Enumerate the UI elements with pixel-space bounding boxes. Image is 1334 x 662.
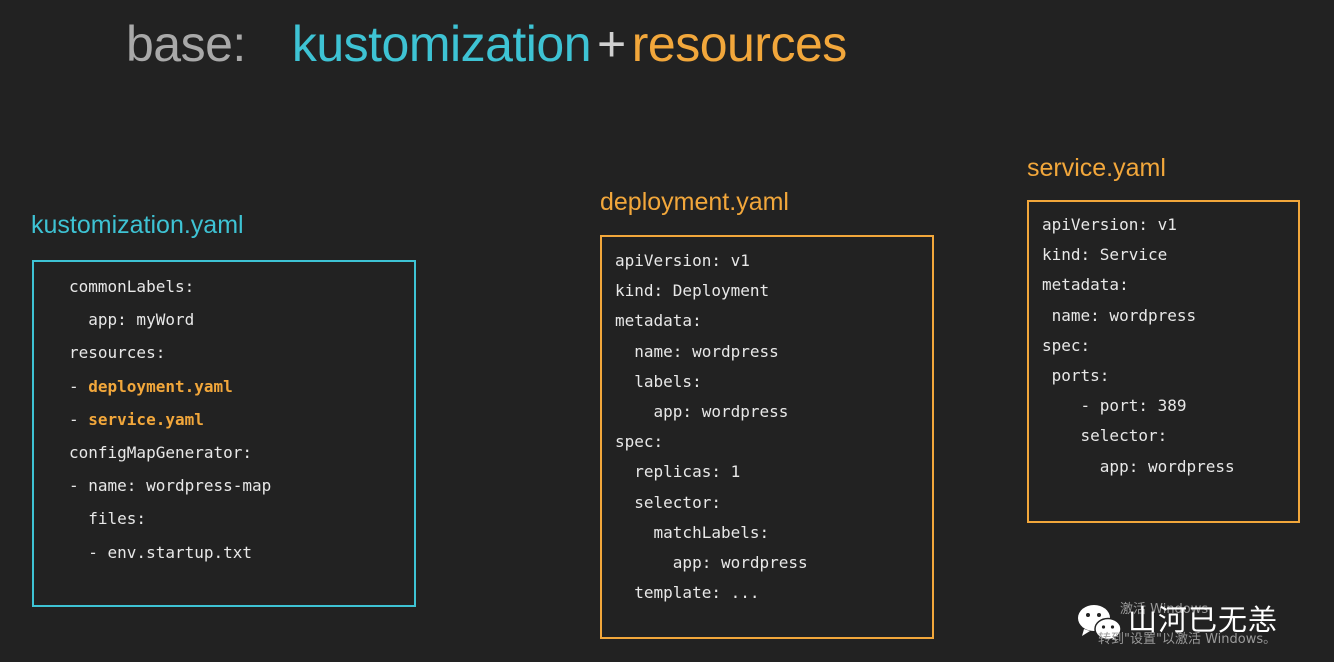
kustomization-code-box: commonLabels: app: myWord resources: - dep…	[32, 260, 416, 607]
code-line: - port: 389	[1042, 396, 1187, 416]
slide-title: base: kustomization + resources	[126, 14, 847, 74]
code-line: replicas: 1	[615, 462, 741, 482]
code-line: - deployment.yaml	[69, 376, 233, 396]
title-plus: +	[597, 16, 626, 72]
code-line: metadata:	[615, 311, 702, 331]
code-line: commonLabels:	[69, 277, 195, 296]
code-line: - service.yaml	[69, 409, 204, 429]
code-line: app: myWord	[69, 310, 195, 330]
title-base: base:	[126, 16, 246, 72]
code-line: name: wordpress	[1042, 305, 1197, 325]
deployment-code-box: apiVersion: v1 kind: Deployment metadata: …	[600, 235, 934, 639]
service-code-box: apiVersion: v1 kind: Service metadata: nam…	[1027, 200, 1300, 523]
title-resources: resources	[631, 16, 848, 72]
activate-windows-hint: 转到"设置"以激活 Windows。	[1098, 632, 1277, 647]
watermark: 激活 Windows 山河已无恙 转到"设置"以激活 Windows。	[1076, 600, 1326, 660]
code-line: configMapGenerator:	[69, 443, 253, 462]
code-line: metadata:	[1042, 275, 1129, 295]
code-line: spec:	[615, 432, 664, 452]
code-line: app: wordpress	[615, 402, 789, 421]
code-line: app: wordpress	[1042, 456, 1235, 476]
code-line: apiVersion: v1	[1042, 215, 1177, 234]
code-line: name: wordpress	[615, 341, 779, 361]
code-line: template: ...	[615, 583, 760, 603]
code-line: apiVersion: v1	[615, 251, 750, 270]
code-line: resources:	[69, 343, 166, 363]
code-line: ports:	[1042, 366, 1110, 385]
code-line: - name: wordpress-map	[69, 476, 272, 496]
code-line: spec:	[1042, 335, 1091, 355]
highlighted-resource: deployment.yaml	[88, 376, 233, 396]
code-line: matchLabels:	[615, 522, 770, 542]
kustomization-file-label: kustomization.yaml	[31, 211, 244, 239]
title-kustomization: kustomization	[291, 16, 592, 72]
code-line: kind: Service	[1042, 245, 1168, 265]
highlighted-resource: service.yaml	[88, 409, 204, 429]
code-line: app: wordpress	[615, 553, 808, 572]
code-line: selector:	[1042, 426, 1168, 446]
code-line: files:	[69, 509, 147, 529]
code-line: selector:	[615, 492, 721, 512]
service-file-label: service.yaml	[1027, 154, 1166, 182]
code-line: kind: Deployment	[615, 281, 770, 301]
deployment-file-label: deployment.yaml	[600, 188, 789, 216]
code-line: - env.startup.txt	[69, 542, 253, 562]
code-line: labels:	[615, 371, 702, 391]
